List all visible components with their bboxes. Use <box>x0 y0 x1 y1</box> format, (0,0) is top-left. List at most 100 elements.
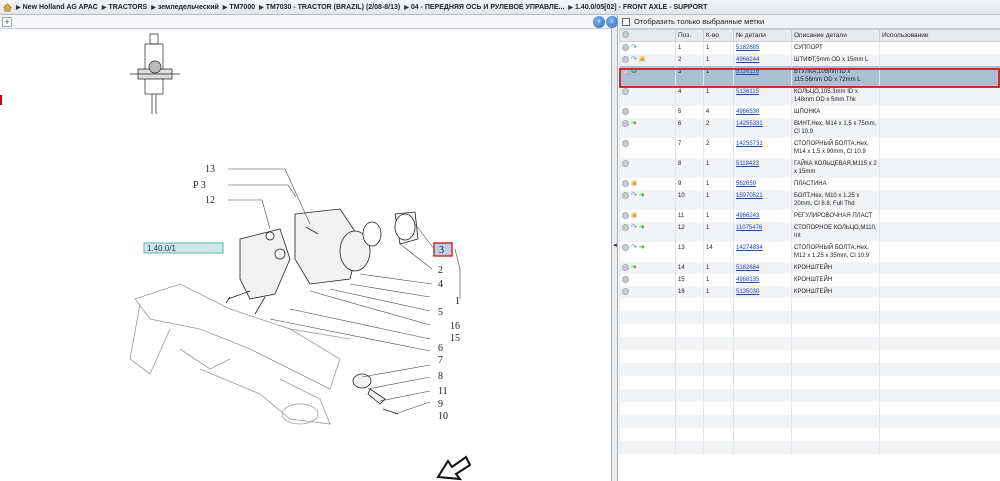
callout-label[interactable]: 7 <box>438 355 443 366</box>
part-icon[interactable]: ❂ <box>631 68 637 75</box>
table-row[interactable]: ➜ 14 1 5182684 КРОНШТЕЙН <box>619 262 1000 274</box>
table-row[interactable]: ↷ ➜ 10 1 15970521 БОЛТ,Hex, M10 x 1.25 x 20mm… <box>619 190 1000 210</box>
navigate-arrow-icon[interactable] <box>436 455 472 481</box>
expand-button[interactable]: + <box>2 17 12 27</box>
callout-label[interactable]: 15 <box>450 333 460 344</box>
breadcrumb-item[interactable]: ▶ земледельческий <box>151 4 219 11</box>
row-select-icon[interactable] <box>622 224 629 231</box>
row-select-icon[interactable] <box>622 88 629 95</box>
header-usage[interactable]: Использование <box>879 29 1000 42</box>
replace-arrow-icon[interactable]: ↷ <box>631 192 637 199</box>
table-row[interactable]: 15 1 4968135 КРОНШТЕЙН <box>619 274 1000 286</box>
previous-button[interactable]: ‹ <box>593 16 605 28</box>
table-row[interactable]: 5 4 4966530 ШПОНКА <box>619 106 1000 118</box>
home-icon[interactable] <box>3 3 12 12</box>
breadcrumb-item[interactable]: ▶ New Holland AG APAC <box>16 4 98 11</box>
part-number-link[interactable]: 5136116 <box>736 69 759 75</box>
row-select-icon[interactable] <box>622 288 629 295</box>
forward-arrow-icon[interactable]: ➜ <box>639 244 645 251</box>
select-all-icon[interactable] <box>622 31 629 38</box>
part-number-link[interactable]: 15970521 <box>736 193 763 199</box>
forward-arrow-icon[interactable]: ➜ <box>639 224 645 231</box>
callout-label[interactable]: 9 <box>438 399 443 410</box>
breadcrumb-item[interactable]: ▶ TM7030 - TRACTOR (BRAZIL) (2/08-8/13) <box>259 4 400 11</box>
table-row[interactable]: ↷ ➜ 13 14 14274834 СТОПОРНЫЙ БОЛТА,Hex, M12 x… <box>619 242 1000 262</box>
part-number-link[interactable]: 5136115 <box>736 89 759 95</box>
part-number-link[interactable]: 4968135 <box>736 277 759 283</box>
table-row[interactable]: ❂ 3 1 5136116 ВТУЛКА,105mm ID x 115.56mm OD … <box>619 66 1000 86</box>
part-number-link[interactable]: 14255331 <box>736 121 763 127</box>
row-select-icon[interactable] <box>622 192 629 199</box>
forward-arrow-icon[interactable]: ➜ <box>631 120 637 127</box>
package-icon[interactable]: ▣ <box>631 180 638 187</box>
part-number-link[interactable]: 14255731 <box>736 141 763 147</box>
row-select-icon[interactable] <box>622 212 629 219</box>
package-icon[interactable]: ▣ <box>639 56 646 63</box>
row-select-icon[interactable] <box>622 140 629 147</box>
show-selected-only-checkbox[interactable] <box>622 17 630 26</box>
row-select-icon[interactable] <box>622 120 629 127</box>
replace-arrow-icon[interactable]: ↷ <box>631 244 637 251</box>
callout-label[interactable]: 2 <box>438 265 443 276</box>
part-number-link[interactable]: 14274834 <box>736 245 763 251</box>
table-row[interactable]: ↷ ➜ 12 1 11075476 СТОПОРНОЕ КОЛЬЦО,M110, Int <box>619 222 1000 242</box>
part-number-link[interactable]: 5118423 <box>736 161 759 167</box>
table-row[interactable]: 16 1 5135030 КРОНШТЕЙН <box>619 286 1000 298</box>
replace-arrow-icon[interactable]: ↷ <box>631 224 637 231</box>
table-row[interactable]: ▣ 11 1 4966243 РЕГУЛИРОВОЧНАЯ ПЛАСТ <box>619 210 1000 222</box>
row-select-icon[interactable] <box>622 44 629 51</box>
breadcrumb-item[interactable]: ▶ 1.40.0/05[02] - FRONT AXLE - SUPPORT <box>568 4 707 11</box>
table-row[interactable]: 8 1 5118423 ГАЙКА КОЛЬЦЕВАЯ,M115 x 2 x 15mm <box>619 158 1000 178</box>
next-button[interactable]: › <box>606 16 618 28</box>
row-select-icon[interactable] <box>622 276 629 283</box>
package-icon[interactable]: ▣ <box>631 212 638 219</box>
part-number-link[interactable]: 562659 <box>736 181 756 187</box>
part-number-link[interactable]: 11075476 <box>736 225 762 231</box>
header-position[interactable]: Поз. <box>675 29 704 42</box>
callout-label[interactable]: 8 <box>438 371 443 382</box>
callout-label[interactable]: 4 <box>438 279 443 290</box>
table-row[interactable]: ↷ 1 1 5182685 СУППОРТ <box>619 41 1000 54</box>
table-row[interactable]: 7 2 14255731 СТОПОРНЫЙ БОЛТА,Hex, M14 x 1.5… <box>619 138 1000 158</box>
breadcrumb-item[interactable]: ▶ TM7000 <box>223 4 255 11</box>
part-number-link[interactable]: 4966243 <box>736 213 759 219</box>
callout-label[interactable]: 1 <box>455 296 460 307</box>
part-number-link[interactable]: 5135030 <box>736 289 759 295</box>
forward-arrow-icon[interactable]: ➜ <box>639 192 645 199</box>
callout-label[interactable]: 3 <box>439 245 444 256</box>
thumbnail-view[interactable] <box>130 33 180 114</box>
callout-label[interactable]: 11 <box>438 386 448 397</box>
table-row[interactable]: ▣ 9 1 562659 ПЛАСТИНА <box>619 178 1000 190</box>
callout-label[interactable]: 12 <box>205 195 215 206</box>
header-description[interactable]: Описание детали <box>791 29 880 42</box>
row-select-icon[interactable] <box>622 68 629 75</box>
callout-label[interactable]: 6 <box>438 343 443 354</box>
breadcrumb-item[interactable]: ▶ TRACTORS <box>102 4 147 11</box>
header-quantity[interactable]: К-во <box>703 29 734 42</box>
replace-arrow-icon[interactable]: ↷ <box>631 44 637 51</box>
breadcrumb-item[interactable]: ▶ 04 - ПЕРЕДНЯЯ ОСЬ И РУЛЕВОЕ УПРАВЛЕ... <box>404 4 564 11</box>
header-part-number[interactable]: № детали <box>733 29 792 42</box>
callout-label[interactable]: P 3 <box>193 180 206 191</box>
part-number-link[interactable]: 4966244 <box>736 57 759 63</box>
row-select-icon[interactable] <box>622 108 629 115</box>
row-select-icon[interactable] <box>622 56 629 63</box>
row-select-icon[interactable] <box>622 180 629 187</box>
row-select-icon[interactable] <box>622 264 629 271</box>
table-row[interactable]: ↷ ▣ 2 1 4966244 ШТИФТ,5mm OD x 15mm L <box>619 54 1000 66</box>
callout-label[interactable]: 13 <box>205 164 215 175</box>
forward-arrow-icon[interactable]: ➜ <box>631 264 637 271</box>
callout-label[interactable]: 5 <box>438 307 443 318</box>
part-number-link[interactable]: 5182684 <box>736 265 759 271</box>
row-select-icon[interactable] <box>622 244 629 251</box>
table-row[interactable]: ➜ 6 2 14255331 ВИНТ,Hex, M14 x 1.5 x 75mm, C… <box>619 118 1000 138</box>
part-number-link[interactable]: 5182685 <box>736 45 759 51</box>
splitter-arrow-icon[interactable]: ◂ <box>612 240 618 252</box>
callout-label[interactable]: 10 <box>438 411 448 422</box>
pane-splitter[interactable]: ◂ <box>612 15 618 481</box>
replace-arrow-icon[interactable]: ↷ <box>631 56 637 63</box>
row-select-icon[interactable] <box>622 160 629 167</box>
part-number-link[interactable]: 4966530 <box>736 109 759 115</box>
callout-label[interactable]: 16 <box>450 321 460 332</box>
table-row[interactable]: 4 1 5136115 КОЛЬЦО,105.3mm ID x 148mm OD x … <box>619 86 1000 106</box>
